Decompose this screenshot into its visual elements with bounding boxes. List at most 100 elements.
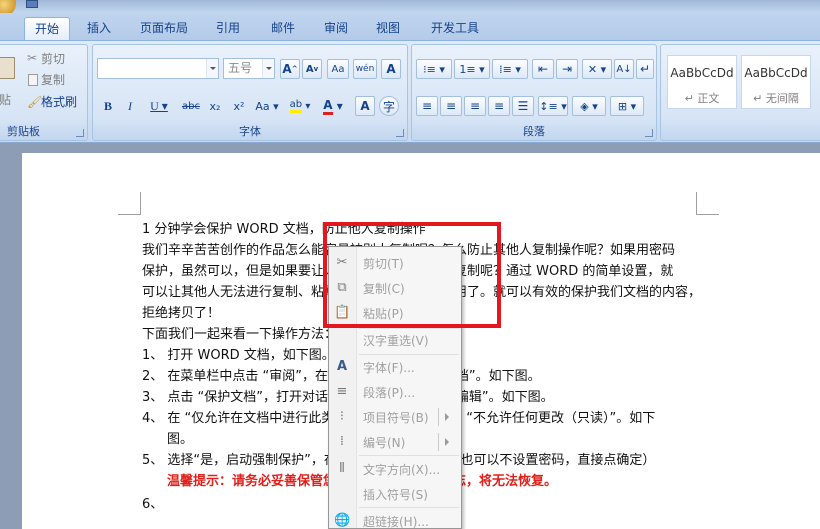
doc-line: 下面我们一起来看一下操作方法： <box>142 327 338 342</box>
chevron-right-icon[interactable] <box>445 438 453 446</box>
style-no-spacing-label: ↵ 无间隔 <box>753 92 799 105</box>
doc-list-item: 1、 打开 WORD 文档，如下图。 <box>142 348 335 363</box>
highlight-color-button[interactable]: ab ▾ <box>285 96 315 116</box>
paragraph-launcher-icon[interactable] <box>645 129 653 137</box>
numbering-button[interactable]: 1≡ ▾ <box>454 59 490 79</box>
tab-developer[interactable]: 开发工具 <box>423 17 487 40</box>
grow-font-button[interactable]: A ^ <box>280 59 300 79</box>
bullets-icon: ⁝ <box>339 409 345 424</box>
ribbon: 粘贴 ✂ 剪切 复制 🖌 格式刷 剪贴板 五号 A^ Av Aa wén A B… <box>0 40 820 143</box>
style-no-spacing[interactable]: AaBbCcDd ↵ 无间隔 <box>741 55 811 109</box>
numbering-icon: ⁞ <box>339 434 345 449</box>
cut-button[interactable]: ✂ 剪切 <box>27 50 87 68</box>
align-center-button[interactable]: ≡ <box>440 96 462 116</box>
style-normal-label: ↵ 正文 <box>684 92 720 105</box>
clipboard-launcher-icon[interactable] <box>76 129 84 137</box>
superscript-button[interactable]: x² <box>229 96 249 116</box>
enclose-char-button[interactable]: 字 <box>379 96 399 116</box>
style-normal[interactable]: AaBbCcDd ↵ 正文 <box>667 55 737 109</box>
clipboard-group: 粘贴 ✂ 剪切 复制 🖌 格式刷 剪贴板 <box>0 44 88 141</box>
menu-item-insert-symbol[interactable]: 插入符号(S) <box>329 482 461 506</box>
font-launcher-icon[interactable] <box>396 129 404 137</box>
line-spacing-button[interactable]: ↕≡ ▾ <box>538 96 568 116</box>
subscript-button[interactable]: x₂ <box>205 96 225 116</box>
font-color-button[interactable]: A ▾ <box>319 96 347 116</box>
char-shading-button[interactable]: A <box>355 96 375 116</box>
copy-button[interactable]: 复制 <box>27 71 87 89</box>
menu-item-label: 字体(F)... <box>363 361 415 375</box>
sort-button[interactable]: A↓ <box>614 59 634 79</box>
font-group-label: 字体 <box>239 125 261 138</box>
font-name-combo[interactable] <box>97 58 219 79</box>
underline-button[interactable]: U ▾ <box>145 96 173 116</box>
shading-button[interactable]: ◈ ▾ <box>572 96 606 116</box>
ribbon-tab-bar: 开始 插入 页面布局 引用 邮件 审阅 视图 开发工具 <box>0 13 820 40</box>
quick-access-save-icon[interactable] <box>26 0 38 8</box>
format-painter-icon: 🖌 <box>27 95 43 109</box>
menu-item-label: 超链接(H)... <box>363 515 429 529</box>
tab-insert[interactable]: 插入 <box>80 17 118 40</box>
cut-label: 剪切 <box>41 52 66 66</box>
text-direction-icon: ⫴ <box>339 461 345 476</box>
align-left-button[interactable]: ≡ <box>416 96 438 116</box>
tab-review[interactable]: 审阅 <box>317 17 355 40</box>
style-no-spacing-preview: AaBbCcDd <box>744 66 808 80</box>
tab-references[interactable]: 引用 <box>209 17 247 40</box>
italic-button[interactable]: I <box>121 96 139 116</box>
menu-item-label: 插入符号(S) <box>363 488 428 502</box>
paste-label: 粘贴 <box>0 93 12 107</box>
borders-button[interactable]: ⊞ ▾ <box>610 96 644 116</box>
clipboard-group-label: 剪贴板 <box>7 125 40 138</box>
menu-item-label: 项目符号(B) <box>363 411 429 425</box>
scissors-icon: ✂ <box>27 51 38 65</box>
phonetic-guide-button[interactable]: wén <box>353 59 377 79</box>
menu-separator <box>359 455 459 456</box>
style-normal-preview: AaBbCcDd <box>670 66 734 80</box>
copy-label: 复制 <box>41 73 66 87</box>
tab-home[interactable]: 开始 <box>24 17 70 40</box>
format-painter-label: 格式刷 <box>41 95 78 109</box>
menu-item-reconvert[interactable]: 汉字重选(V) <box>329 328 461 352</box>
tab-mailings[interactable]: 邮件 <box>264 17 302 40</box>
doc-list-item-cont: 图。 <box>167 432 194 447</box>
char-border-button[interactable]: A <box>381 59 401 79</box>
chevron-right-icon[interactable] <box>445 413 453 421</box>
menu-split-divider <box>438 433 439 451</box>
format-painter-button[interactable]: 🖌 格式刷 <box>27 93 87 111</box>
doc-list-item: 6、 <box>142 497 164 512</box>
highlight-box <box>323 222 501 328</box>
clear-format-button[interactable]: Aa <box>327 59 349 79</box>
paste-button[interactable]: 粘贴 <box>0 53 19 115</box>
paragraph-icon: ≡ <box>336 384 348 399</box>
tab-view[interactable]: 视图 <box>369 17 407 40</box>
multilevel-list-button[interactable]: ⁞≡ ▾ <box>492 59 528 79</box>
tab-page-layout[interactable]: 页面布局 <box>132 17 196 40</box>
bullets-button[interactable]: ⁝≡ ▾ <box>416 59 452 79</box>
menu-item-numbering[interactable]: ⁞ 编号(N) <box>329 430 461 454</box>
decrease-indent-button[interactable]: ⇤ <box>532 59 554 79</box>
font-size-combo[interactable]: 五号 <box>223 58 275 79</box>
distribute-button[interactable]: ☰ <box>512 96 534 116</box>
shrink-font-button[interactable]: Av <box>302 59 322 79</box>
chevron-down-icon[interactable] <box>206 59 218 78</box>
increase-indent-button[interactable]: ⇥ <box>556 59 578 79</box>
paragraph-group: ⁝≡ ▾ 1≡ ▾ ⁞≡ ▾ ⇤ ⇥ ✕ ▾ A↓ ↵ ≡ ≡ ≡ ≡ ☰ ↕≡… <box>411 44 657 141</box>
bold-button[interactable]: B <box>99 96 117 116</box>
menu-item-label: 文字方向(X)... <box>363 463 441 477</box>
change-case-button[interactable]: Aa ▾ <box>253 96 281 116</box>
menu-item-hyperlink[interactable]: 🌐 超链接(H)... <box>329 509 461 529</box>
page-corner-top-left <box>118 192 141 215</box>
justify-button[interactable]: ≡ <box>488 96 510 116</box>
page-corner-top-right <box>696 192 719 215</box>
menu-item-paragraph[interactable]: ≡ 段落(P)... <box>329 380 461 404</box>
show-marks-button[interactable]: ↵ <box>636 59 654 79</box>
chinese-layout-button[interactable]: ✕ ▾ <box>582 59 612 79</box>
chevron-down-icon[interactable] <box>262 59 274 78</box>
font-icon: A <box>336 359 348 374</box>
menu-item-bullets[interactable]: ⁝ 项目符号(B) <box>329 405 461 429</box>
menu-item-font[interactable]: A 字体(F)... <box>329 355 461 379</box>
menu-item-label: 汉字重选(V) <box>363 334 429 348</box>
strikethrough-button[interactable]: abc <box>179 96 203 116</box>
menu-item-text-direction[interactable]: ⫴ 文字方向(X)... <box>329 457 461 481</box>
align-right-button[interactable]: ≡ <box>464 96 486 116</box>
